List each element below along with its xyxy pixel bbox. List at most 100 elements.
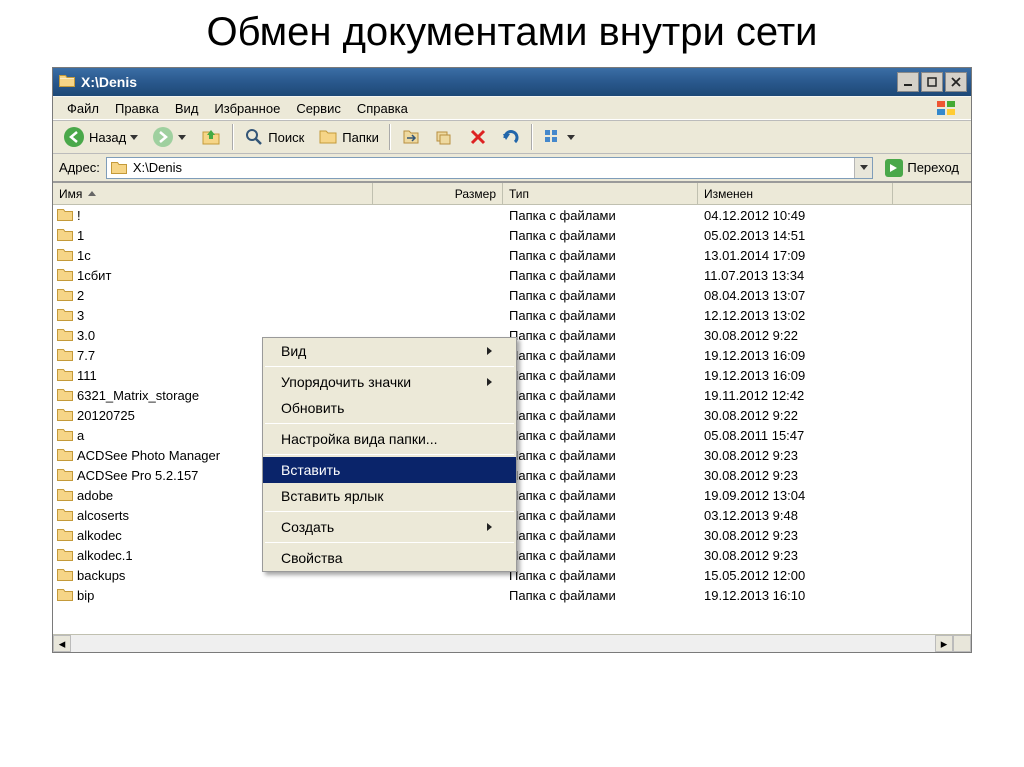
file-date-cell: 30.08.2012 9:23 (698, 528, 893, 543)
file-name-cell: ! (53, 208, 373, 223)
file-name-label: 3 (77, 308, 84, 323)
file-type-cell: Папка с файлами (503, 228, 698, 243)
folders-label: Папки (342, 130, 379, 145)
column-headers: Имя Размер Тип Изменен (53, 183, 971, 205)
up-button[interactable] (194, 123, 228, 151)
file-name-label: adobe (77, 488, 113, 503)
menu-favorites[interactable]: Избранное (206, 99, 288, 118)
file-date-cell: 05.02.2013 14:51 (698, 228, 893, 243)
minimize-button[interactable] (897, 72, 919, 92)
go-icon (885, 159, 903, 177)
folders-button[interactable]: Папки (312, 123, 385, 151)
scroll-left-button[interactable]: ◂ (53, 635, 71, 652)
table-row[interactable]: 1 Папка с файлами05.02.2013 14:51 (53, 225, 971, 245)
file-type-cell: Папка с файлами (503, 208, 698, 223)
file-date-cell: 19.11.2012 12:42 (698, 388, 893, 403)
file-date-cell: 03.12.2013 9:48 (698, 508, 893, 523)
submenu-arrow-icon (487, 523, 492, 531)
undo-button[interactable] (495, 123, 527, 151)
views-button[interactable] (537, 123, 581, 151)
file-date-cell: 30.08.2012 9:23 (698, 548, 893, 563)
file-name-label: alkodec (77, 528, 122, 543)
table-row[interactable]: bipПапка с файлами19.12.2013 16:10 (53, 585, 971, 605)
file-name-label: 2 (77, 288, 84, 303)
ctx-view[interactable]: Вид (263, 338, 516, 364)
undo-icon (501, 128, 521, 146)
file-name-cell: bip (53, 588, 373, 603)
ctx-paste-shortcut[interactable]: Вставить ярлык (263, 483, 516, 509)
file-date-cell: 15.05.2012 12:00 (698, 568, 893, 583)
delete-button[interactable] (463, 123, 493, 151)
up-folder-icon (200, 126, 222, 148)
ctx-customize-folder[interactable]: Настройка вида папки... (263, 426, 516, 452)
copy-to-button[interactable] (429, 123, 461, 151)
table-row[interactable]: 2Папка с файлами08.04.2013 13:07 (53, 285, 971, 305)
file-name-cell: 3 (53, 308, 373, 323)
menu-file[interactable]: Файл (59, 99, 107, 118)
file-name-label: ACDSee Pro 5.2.157 (77, 468, 198, 483)
file-type-cell: Папка с файлами (503, 428, 698, 443)
file-date-cell: 19.12.2013 16:09 (698, 368, 893, 383)
menu-edit[interactable]: Правка (107, 99, 167, 118)
file-name-label: 1сбит (77, 268, 111, 283)
go-button[interactable]: Переход (879, 156, 965, 180)
chevron-down-icon (178, 135, 186, 140)
submenu-arrow-icon (487, 347, 492, 355)
ctx-arrange-icons[interactable]: Упорядочить значки (263, 369, 516, 395)
ctx-new[interactable]: Создать (263, 514, 516, 540)
ctx-refresh[interactable]: Обновить (263, 395, 516, 421)
windows-flag-icon (929, 98, 965, 118)
table-row[interactable]: 1сбит Папка с файлами11.07.2013 13:34 (53, 265, 971, 285)
ctx-paste[interactable]: Вставить (263, 457, 516, 483)
address-dropdown[interactable] (854, 158, 872, 178)
close-button[interactable] (945, 72, 967, 92)
forward-icon (152, 126, 174, 148)
file-type-cell: Папка с файлами (503, 328, 698, 343)
table-row[interactable]: 1cПапка с файлами13.01.2014 17:09 (53, 245, 971, 265)
column-type[interactable]: Тип (503, 183, 698, 204)
file-type-cell: Папка с файлами (503, 528, 698, 543)
search-button[interactable]: Поиск (238, 123, 310, 151)
file-type-cell: Папка с файлами (503, 468, 698, 483)
file-name-label: 1c (77, 248, 91, 263)
file-type-cell: Папка с файлами (503, 408, 698, 423)
file-type-cell: Папка с файлами (503, 268, 698, 283)
address-field[interactable] (106, 157, 874, 179)
back-button[interactable]: Назад (57, 123, 144, 151)
go-label: Переход (907, 160, 959, 175)
file-name-label: bip (77, 588, 94, 603)
file-list: Имя Размер Тип Изменен !Папка с файлами0… (53, 182, 971, 652)
scroll-right-button[interactable]: ▸ (935, 635, 953, 652)
file-date-cell: 11.07.2013 13:34 (698, 268, 893, 283)
file-name-label: 111 (77, 368, 97, 383)
maximize-button[interactable] (921, 72, 943, 92)
views-icon (543, 128, 563, 146)
table-row[interactable]: !Папка с файлами04.12.2012 10:49 (53, 205, 971, 225)
file-date-cell: 30.08.2012 9:23 (698, 448, 893, 463)
menu-tools[interactable]: Сервис (288, 99, 349, 118)
menu-help[interactable]: Справка (349, 99, 416, 118)
forward-button[interactable] (146, 123, 192, 151)
file-type-cell: Папка с файлами (503, 368, 698, 383)
column-modified[interactable]: Изменен (698, 183, 893, 204)
chevron-down-icon (567, 135, 575, 140)
context-menu: Вид Упорядочить значки Обновить Настройк… (262, 337, 517, 572)
table-row[interactable]: 3Папка с файлами12.12.2013 13:02 (53, 305, 971, 325)
column-name[interactable]: Имя (53, 183, 373, 204)
file-name-label: a (77, 428, 84, 443)
horizontal-scrollbar[interactable]: ◂ ▸ (53, 634, 971, 652)
move-to-button[interactable] (395, 123, 427, 151)
column-size[interactable]: Размер (373, 183, 503, 204)
ctx-properties[interactable]: Свойства (263, 545, 516, 571)
file-type-cell: Папка с файлами (503, 388, 698, 403)
file-name-label: 7.7 (77, 348, 95, 363)
menu-view[interactable]: Вид (167, 99, 207, 118)
folder-icon (111, 161, 127, 175)
address-input[interactable] (131, 159, 851, 176)
search-icon (244, 127, 264, 147)
file-type-cell: Папка с файлами (503, 508, 698, 523)
search-label: Поиск (268, 130, 304, 145)
titlebar: X:\Denis (53, 68, 971, 96)
file-type-cell: Папка с файлами (503, 448, 698, 463)
file-name-cell: 1 (53, 228, 373, 243)
